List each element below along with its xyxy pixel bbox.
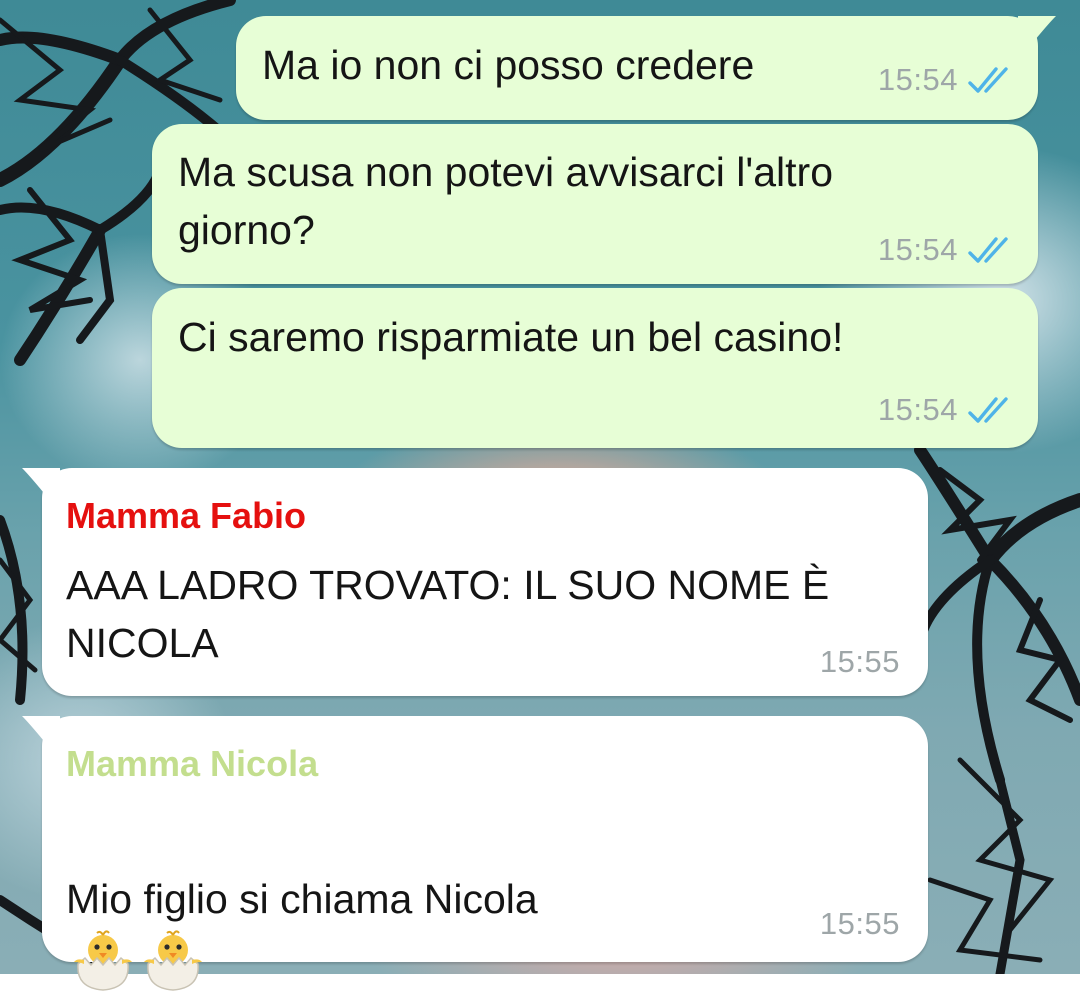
double-check-icon (968, 237, 1008, 263)
palm-tree-mid-left (0, 165, 165, 366)
bubble-tail (22, 468, 60, 498)
message-time: 15:54 (877, 62, 958, 97)
message-time: 15:55 (819, 906, 900, 941)
incoming-message-bubble[interactable]: Mamma Fabio AAA LADRO TROVATO: IL SUO NO… (22, 468, 928, 696)
double-check-icon (968, 397, 1008, 423)
message-text: Ma io non ci posso credere (262, 42, 755, 88)
double-check-icon (968, 67, 1008, 93)
message-time: 15:54 (877, 232, 958, 267)
message-text: Ma scusa non potevi avvisarci l'altro gi… (178, 149, 833, 253)
message-time: 15:54 (877, 392, 958, 427)
bubble-tail (1018, 16, 1056, 46)
outgoing-message-bubble[interactable]: Ci saremo risparmiate un bel casino! 15:… (152, 288, 1038, 448)
message-text: Ci saremo risparmiate un bel casino! (178, 314, 844, 360)
message-time: 15:55 (819, 644, 900, 679)
sender-name[interactable]: Mamma Fabio (66, 494, 306, 538)
message-text-row: Mio figlio si chiama Nicola (66, 812, 538, 995)
bubble-tail (22, 716, 60, 746)
message-meta: 15:55 (820, 906, 900, 942)
message-meta: 15:54 (878, 62, 1014, 98)
outgoing-message-bubble[interactable]: Ma io non ci posso credere 15:54 (236, 16, 1056, 120)
palm-tree-right (914, 444, 1080, 974)
hatching-chick-icon (74, 930, 132, 991)
sender-name[interactable]: Mamma Nicola (66, 742, 318, 786)
outgoing-message-bubble[interactable]: Ma scusa non potevi avvisarci l'altro gi… (152, 124, 1038, 284)
message-meta: 15:54 (878, 232, 1014, 268)
message-text: AAA LADRO TROVATO: IL SUO NOME È NICOLA (66, 562, 830, 666)
message-text: Mio figlio si chiama Nicola (66, 876, 538, 922)
message-meta: 15:55 (820, 644, 900, 680)
hatching-chick-icon (144, 930, 202, 991)
incoming-message-bubble[interactable]: Mamma Nicola Mio figlio si chiama Nicola… (22, 716, 928, 991)
message-meta: 15:54 (878, 392, 1014, 428)
